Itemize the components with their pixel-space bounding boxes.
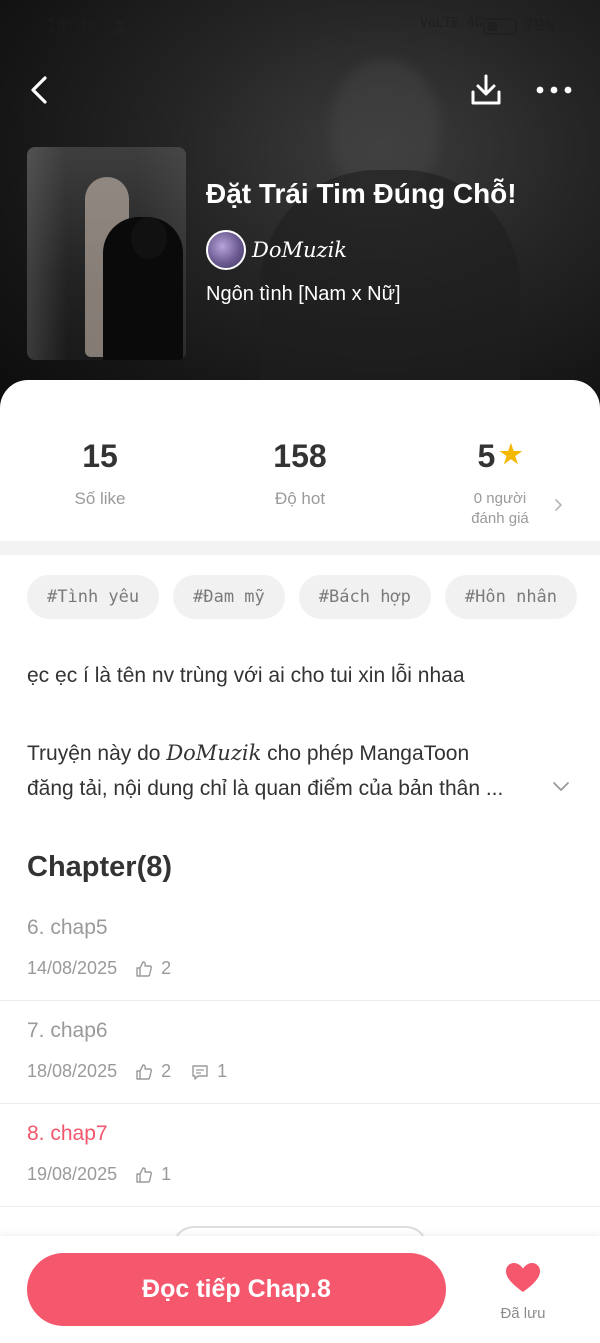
description-line: ẹc ẹc í là tên nv trùng với ai cho tui x…: [27, 664, 465, 687]
thumbs-up-icon: [136, 1166, 153, 1183]
likes-label: Số like: [74, 489, 126, 508]
chapter-heading: Chapter(8): [27, 851, 173, 883]
hot-stat: 158 Độ hot: [200, 438, 400, 509]
expand-chevron-icon[interactable]: [551, 776, 571, 796]
chapter-title: 6. chap5: [27, 916, 108, 939]
description-text[interactable]: Truyện này do DoMuzik cho phép MangaToon…: [27, 736, 547, 806]
like-count: 2: [161, 1061, 172, 1081]
chapter-title: 7. chap6: [27, 1019, 108, 1042]
chevron-right-icon[interactable]: [550, 497, 566, 513]
section-divider: [0, 541, 600, 555]
battery-icon: [483, 18, 517, 35]
continue-reading-button[interactable]: Đọc tiếp Chap.8: [27, 1253, 446, 1326]
rating-label[interactable]: 0 người đánh giá: [455, 489, 545, 529]
author-name[interactable]: DoMuzik: [252, 238, 347, 262]
tag-chip[interactable]: #Bách hợp: [298, 575, 431, 619]
chapter-row[interactable]: 6. chap5 14/08/2025 2: [0, 898, 600, 1001]
cover-image[interactable]: [27, 147, 186, 360]
comic-title: Đặt Trái Tim Đúng Chỗ!: [206, 178, 517, 209]
like-count: 1: [161, 1164, 172, 1184]
rating-stat[interactable]: 5 ★: [400, 438, 600, 475]
more-icon[interactable]: [532, 70, 576, 110]
author-avatar[interactable]: [206, 230, 246, 270]
thumbs-up-icon: [136, 1063, 153, 1080]
tag-chip[interactable]: #Tình yêu: [27, 575, 160, 619]
saved-label[interactable]: Đã lưu: [490, 1305, 556, 1322]
heart-icon[interactable]: [505, 1262, 541, 1294]
thumbs-up-icon: [136, 960, 153, 977]
chapter-title: 8. chap7: [27, 1122, 108, 1145]
chapter-row[interactable]: 7. chap6 18/08/2025 2 1: [0, 1001, 600, 1104]
likes-count: 15: [82, 438, 118, 474]
tag-list: #Tình yêu #Đam mỹ #Bách hợp #Hôn nhân: [27, 575, 591, 619]
user-icon: [112, 18, 128, 39]
star-icon: ★: [499, 439, 523, 469]
like-count: 2: [161, 958, 172, 978]
likes-stat: 15 Số like: [0, 438, 200, 509]
comment-count: 1: [217, 1061, 228, 1081]
chapter-date: 14/08/2025: [27, 958, 118, 978]
hot-label: Độ hot: [274, 489, 326, 508]
chapter-date: 19/08/2025: [27, 1164, 118, 1184]
tag-chip[interactable]: #Đam mỹ: [173, 575, 285, 619]
hot-count: 158: [273, 438, 327, 474]
rating-value: 5: [477, 438, 496, 474]
status-time: 18:49: [46, 16, 98, 36]
tag-chip[interactable]: #Hôn nhân: [444, 575, 578, 619]
chapter-row[interactable]: 8. chap7 19/08/2025 1: [0, 1104, 600, 1207]
chapter-date: 18/08/2025: [27, 1061, 118, 1081]
back-arrow-icon[interactable]: [22, 70, 62, 110]
battery-percent: 79%: [524, 16, 555, 36]
comment-icon: [192, 1064, 208, 1080]
download-icon[interactable]: [466, 70, 506, 110]
genre-label: Ngôn tình [Nam x Nữ]: [206, 283, 401, 305]
signal-indicator: VoLTE 4G: [420, 16, 483, 31]
status-bar: 18:49 VoLTE 4G 79%: [0, 0, 600, 52]
